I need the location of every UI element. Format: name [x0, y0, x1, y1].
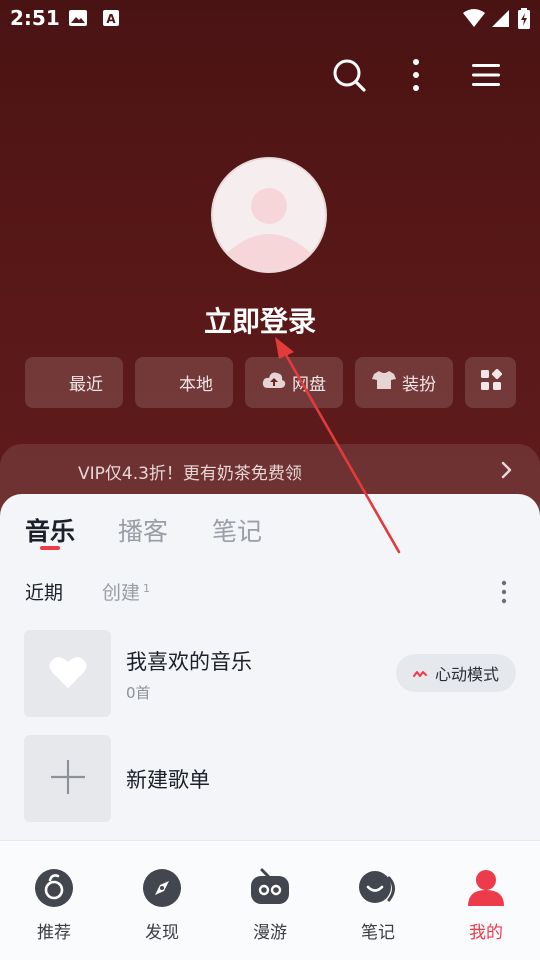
shirt-icon — [372, 370, 396, 395]
svg-text:A: A — [106, 12, 116, 26]
nav-roam[interactable]: 漫游 — [230, 868, 310, 943]
user-icon — [466, 868, 506, 912]
nav-label: 我的 — [469, 923, 503, 943]
nav-label: 笔记 — [361, 923, 395, 943]
search-icon[interactable] — [329, 55, 369, 95]
apps-grid-icon — [480, 368, 502, 396]
active-tab-indicator — [40, 546, 60, 550]
status-bar: 2:51 A — [0, 0, 540, 36]
nav-recommend[interactable]: 推荐 — [14, 868, 94, 943]
plus-icon — [49, 758, 87, 800]
shortcut-more-apps[interactable] — [465, 357, 516, 408]
wifi-icon — [462, 8, 486, 32]
vip-banner-text: VIP仅4.3折！更有奶茶免费领 — [78, 464, 302, 484]
more-vertical-icon[interactable] — [396, 55, 436, 95]
subtab-created[interactable]: 创建 1 — [102, 578, 150, 605]
chevron-right-icon — [500, 460, 514, 484]
shortcut-local[interactable]: 本地 — [135, 357, 233, 408]
shortcut-cloud-drive[interactable]: 网盘 — [245, 357, 343, 408]
radio-icon — [250, 868, 290, 912]
tab-notes[interactable]: 笔记 — [212, 512, 262, 548]
shortcut-label: 本地 — [179, 375, 213, 395]
new-playlist-label[interactable]: 新建歌单 — [126, 764, 210, 794]
signal-icon — [490, 8, 510, 32]
avatar[interactable] — [211, 157, 327, 273]
compass-icon — [142, 868, 182, 912]
nav-mine[interactable]: 我的 — [446, 868, 526, 943]
image-notification-icon — [68, 8, 88, 32]
tab-music[interactable]: 音乐 — [25, 512, 75, 548]
tab-podcast[interactable]: 播客 — [118, 512, 168, 548]
nav-label: 推荐 — [37, 923, 71, 943]
shortcut-label: 最近 — [69, 375, 103, 395]
menu-icon[interactable] — [467, 55, 507, 95]
shortcut-label: 装扮 — [402, 375, 436, 395]
netease-logo-icon — [34, 868, 74, 912]
playlist-count: 0首 — [126, 684, 151, 702]
subtab-recent[interactable]: 近期 — [25, 578, 63, 605]
heart-mode-button[interactable]: 心动模式 — [396, 654, 516, 692]
heart-mode-label: 心动模式 — [434, 665, 499, 684]
shortcut-label: 网盘 — [292, 375, 326, 395]
shortcut-dress-up[interactable]: 装扮 — [355, 357, 453, 408]
shortcut-recent[interactable]: 最近 — [25, 357, 123, 408]
nav-label: 发现 — [145, 923, 179, 943]
heartbeat-icon — [412, 664, 427, 683]
nav-label: 漫游 — [253, 923, 287, 943]
new-playlist-cover[interactable] — [24, 735, 111, 822]
playlist-name[interactable]: 我喜欢的音乐 — [126, 646, 252, 676]
battery-icon — [518, 8, 530, 34]
font-notification-icon: A — [102, 8, 122, 32]
created-count: 1 — [143, 581, 151, 595]
notes-face-icon — [358, 868, 398, 912]
nav-notes[interactable]: 笔记 — [338, 868, 418, 943]
subtab-created-label: 创建 — [102, 582, 141, 604]
login-button[interactable]: 立即登录 — [0, 300, 520, 340]
heart-icon — [49, 655, 87, 693]
liked-music-cover[interactable] — [24, 630, 111, 717]
cloud-upload-icon — [262, 370, 286, 395]
status-time: 2:51 — [10, 6, 60, 30]
nav-discover[interactable]: 发现 — [122, 868, 202, 943]
more-vertical-icon[interactable] — [500, 580, 508, 608]
